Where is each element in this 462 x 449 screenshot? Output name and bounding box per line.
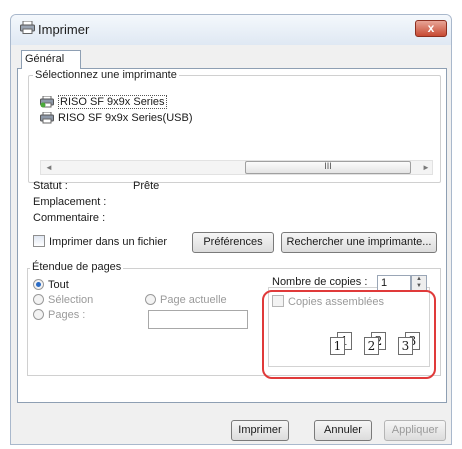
tab-general[interactable]: Général [21, 50, 81, 69]
window-title: Imprimer [38, 22, 90, 37]
comment-label: Commentaire : [33, 212, 106, 224]
status-label: Statut : [33, 180, 68, 192]
printer-icon [40, 111, 54, 123]
preferences-button[interactable]: Préférences [192, 232, 274, 253]
close-button[interactable]: x [415, 20, 447, 37]
radio-current-page[interactable]: Page actuelle [145, 294, 227, 306]
printer-name: RISO SF 9x9x Series(USB) [58, 111, 193, 124]
printer-list[interactable]: RISO SF 9x9x Series RISO SF 9x9x Series(… [40, 90, 287, 130]
apply-button[interactable]: Appliquer [384, 420, 446, 441]
print-to-file-label: Imprimer dans un fichier [49, 236, 167, 248]
printer-name: RISO SF 9x9x Series [58, 94, 167, 109]
radio-selection-label: Sélection [48, 294, 94, 306]
printer-item-riso-sf-9x9x-series-usb[interactable]: RISO SF 9x9x Series(USB) [40, 110, 192, 125]
cancel-button[interactable]: Annuler [314, 420, 372, 441]
radio-all[interactable]: Tout [33, 279, 69, 291]
printer-item-riso-sf-9x9x-series[interactable]: RISO SF 9x9x Series [40, 94, 167, 109]
pages-input[interactable] [148, 310, 248, 329]
radio-pages-label: Pages : [48, 309, 86, 321]
radio-selection[interactable]: Sélection [33, 294, 93, 306]
scroll-right-icon[interactable]: ► [422, 163, 430, 172]
radio-all-label: Tout [48, 279, 69, 291]
scrollbar-thumb[interactable]: III [245, 161, 411, 174]
radio-pages[interactable]: Pages : [33, 309, 85, 321]
radio-icon[interactable] [33, 309, 44, 320]
radio-icon[interactable] [33, 294, 44, 305]
radio-icon[interactable] [145, 294, 156, 305]
highlight-annotation [262, 290, 436, 379]
find-printer-button[interactable]: Rechercher une imprimante... [281, 232, 437, 253]
radio-selected-icon[interactable] [33, 279, 44, 290]
status-value: Prête [133, 180, 160, 192]
print-button[interactable]: Imprimer [231, 420, 289, 441]
printer-group-legend: Sélectionnez une imprimante [33, 69, 179, 81]
radio-current-page-label: Page actuelle [160, 294, 227, 306]
print-to-file-checkbox[interactable]: Imprimer dans un fichier [33, 235, 167, 248]
scroll-left-icon[interactable]: ◄ [45, 163, 53, 172]
location-label: Emplacement : [33, 196, 107, 208]
copies-label: Nombre de copies : [272, 276, 368, 288]
checkbox-icon[interactable] [33, 235, 45, 247]
page-range-legend: Étendue de pages [30, 261, 124, 273]
printer-icon [20, 21, 35, 34]
network-printer-icon [40, 95, 54, 107]
